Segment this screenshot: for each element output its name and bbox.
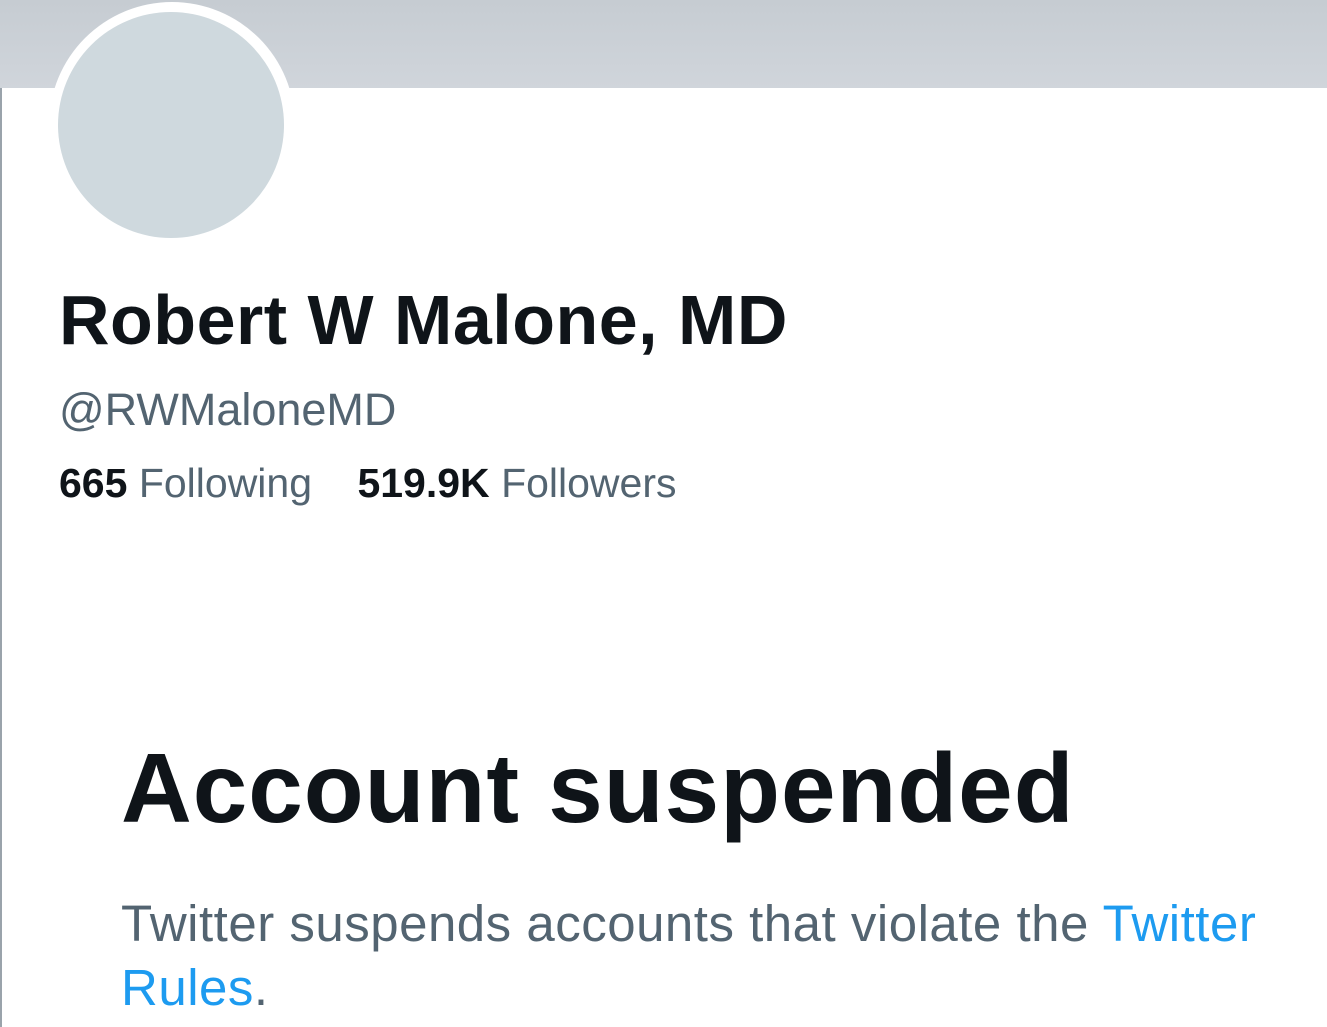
following-stat[interactable]: 665 Following <box>59 460 312 507</box>
followers-stat[interactable]: 519.9K Followers <box>357 460 676 507</box>
followers-label: Followers <box>501 460 677 506</box>
suspension-heading: Account suspended <box>121 733 1075 843</box>
username-handle: @RWMaloneMD <box>59 384 397 435</box>
following-label: Following <box>138 460 313 506</box>
following-count: 665 <box>59 460 128 506</box>
display-name: Robert W Malone, MD <box>59 281 788 359</box>
suspension-message: Twitter suspends accounts that violate t… <box>121 892 1271 1020</box>
profile-stats: 665 Following 519.9K Followers <box>59 460 677 507</box>
avatar[interactable] <box>58 12 284 238</box>
suspension-message-period: . <box>253 959 269 1016</box>
window-edge <box>0 0 2 1027</box>
suspension-message-text: Twitter suspends accounts that violate t… <box>121 895 1089 952</box>
followers-count: 519.9K <box>357 460 490 506</box>
